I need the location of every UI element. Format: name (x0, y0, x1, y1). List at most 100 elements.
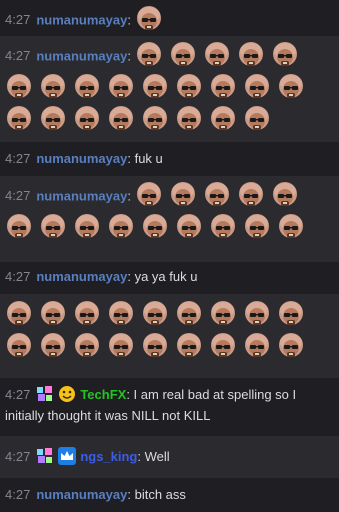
separator: : (127, 188, 135, 204)
sunglasses-face-emote[interactable] (271, 181, 299, 209)
chat-log: 4:27 numanumayay: 4:27 numanumayay: 4:27 nu… (0, 0, 339, 512)
message-text: Well (144, 449, 170, 464)
chat-message[interactable]: 4:27 numanumayay: bitch ass (0, 478, 339, 512)
separator: : (127, 269, 135, 284)
sunglasses-face-emote[interactable] (277, 332, 305, 360)
sunglasses-face-emote[interactable] (175, 300, 203, 328)
chat-message[interactable]: 4:27 numanumayay: (0, 0, 339, 36)
chat-message[interactable] (0, 294, 339, 378)
sunglasses-face-emote[interactable] (203, 41, 231, 69)
chat-message[interactable]: 4:27 numanumayay: fuk u (0, 142, 339, 176)
username[interactable]: numanumayay (36, 269, 127, 284)
sunglasses-face-emote[interactable] (107, 300, 135, 328)
emote-row: 4:27 numanumayay: (5, 181, 339, 213)
separator: : (127, 151, 135, 166)
emote-row: 4:27 numanumayay: (5, 41, 339, 73)
timestamp: 4:27 (5, 12, 31, 28)
sunglasses-face-emote[interactable] (237, 181, 265, 209)
sunglasses-face-emote[interactable] (141, 300, 169, 328)
timestamp: 4:27 (5, 449, 31, 464)
sunglasses-face-emote[interactable] (5, 332, 33, 360)
sunglasses-face-emote[interactable] (5, 105, 33, 133)
emote-row (5, 73, 339, 105)
sunglasses-face-emote[interactable] (271, 41, 299, 69)
chat-message[interactable]: 4:27 TechFX: I am real bad at spelling so… (0, 378, 339, 436)
sunglasses-face-emote[interactable] (73, 300, 101, 328)
sunglasses-face-emote[interactable] (5, 300, 33, 328)
chat-message[interactable]: 4:27 numanumayay: (0, 36, 339, 142)
username[interactable]: numanumayay (36, 487, 127, 502)
sunglasses-face-emote[interactable] (107, 73, 135, 101)
separator: : (127, 12, 135, 28)
sunglasses-face-emote[interactable] (141, 105, 169, 133)
sunglasses-face-emote[interactable] (175, 213, 203, 241)
sunglasses-face-emote[interactable] (243, 300, 271, 328)
sunglasses-face-emote[interactable] (107, 213, 135, 241)
sunglasses-face-emote[interactable] (135, 5, 163, 33)
sunglasses-face-emote[interactable] (107, 105, 135, 133)
sunglasses-face-emote[interactable] (203, 181, 231, 209)
pixel-badge-icon[interactable] (36, 447, 54, 465)
sunglasses-face-emote[interactable] (73, 332, 101, 360)
separator: : (127, 487, 135, 502)
sunglasses-face-emote[interactable] (73, 213, 101, 241)
sunglasses-face-emote[interactable] (135, 41, 163, 69)
message-text: ya ya fuk u (134, 269, 198, 284)
sunglasses-face-emote[interactable] (175, 73, 203, 101)
sunglasses-face-emote[interactable] (39, 332, 67, 360)
chat-message[interactable]: 4:27 numanumayay: (0, 176, 339, 262)
sunglasses-face-emote[interactable] (243, 213, 271, 241)
timestamp: 4:27 (5, 151, 31, 166)
sunglasses-face-emote[interactable] (237, 41, 265, 69)
sunglasses-face-emote[interactable] (277, 300, 305, 328)
sunglasses-face-emote[interactable] (209, 105, 237, 133)
separator: : (126, 387, 134, 402)
sunglasses-face-emote[interactable] (39, 213, 67, 241)
sunglasses-face-emote[interactable] (39, 73, 67, 101)
username[interactable]: numanumayay (36, 188, 127, 203)
sunglasses-face-emote[interactable] (209, 73, 237, 101)
sunglasses-face-emote[interactable] (5, 73, 33, 101)
sunglasses-face-emote[interactable] (277, 213, 305, 241)
emote-row (5, 105, 339, 137)
chat-message[interactable]: 4:27 ngs_king: Well (0, 436, 339, 478)
sunglasses-face-emote[interactable] (141, 73, 169, 101)
sunglasses-face-emote[interactable] (243, 332, 271, 360)
sunglasses-face-emote[interactable] (243, 73, 271, 101)
timestamp: 4:27 (5, 487, 31, 502)
sunglasses-face-emote[interactable] (169, 41, 197, 69)
sunglasses-face-emote[interactable] (135, 181, 163, 209)
sunglasses-face-emote[interactable] (39, 105, 67, 133)
sunglasses-face-emote[interactable] (175, 105, 203, 133)
timestamp: 4:27 (5, 48, 31, 64)
sunglasses-face-emote[interactable] (277, 73, 305, 101)
sunglasses-face-emote[interactable] (209, 213, 237, 241)
sunglasses-face-emote[interactable] (73, 105, 101, 133)
sunglasses-face-emote[interactable] (169, 181, 197, 209)
username[interactable]: ngs_king (80, 449, 137, 464)
sunglasses-face-emote[interactable] (39, 300, 67, 328)
sunglasses-face-emote[interactable] (209, 300, 237, 328)
sunglasses-face-emote[interactable] (141, 332, 169, 360)
emote-row (5, 213, 339, 245)
sunglasses-face-emote[interactable] (141, 213, 169, 241)
username[interactable]: numanumayay (36, 48, 127, 63)
separator: : (127, 48, 135, 64)
username[interactable]: numanumayay (36, 12, 127, 27)
message-text: fuk u (134, 151, 163, 166)
sunglasses-face-emote[interactable] (73, 73, 101, 101)
separator: : (137, 449, 145, 464)
chat-message[interactable]: 4:27 numanumayay: ya ya fuk u (0, 262, 339, 294)
emote-row (5, 332, 339, 364)
sunglasses-face-emote[interactable] (107, 332, 135, 360)
pixel-badge-icon[interactable] (36, 385, 54, 403)
sunglasses-face-emote[interactable] (209, 332, 237, 360)
sunglasses-face-emote[interactable] (243, 105, 271, 133)
sunglasses-face-emote[interactable] (175, 332, 203, 360)
emote-row (5, 300, 339, 332)
username[interactable]: numanumayay (36, 151, 127, 166)
username[interactable]: TechFX (80, 387, 126, 402)
emoji-badge-icon[interactable] (58, 385, 76, 403)
crown-icon[interactable] (58, 447, 77, 465)
sunglasses-face-emote[interactable] (5, 213, 33, 241)
